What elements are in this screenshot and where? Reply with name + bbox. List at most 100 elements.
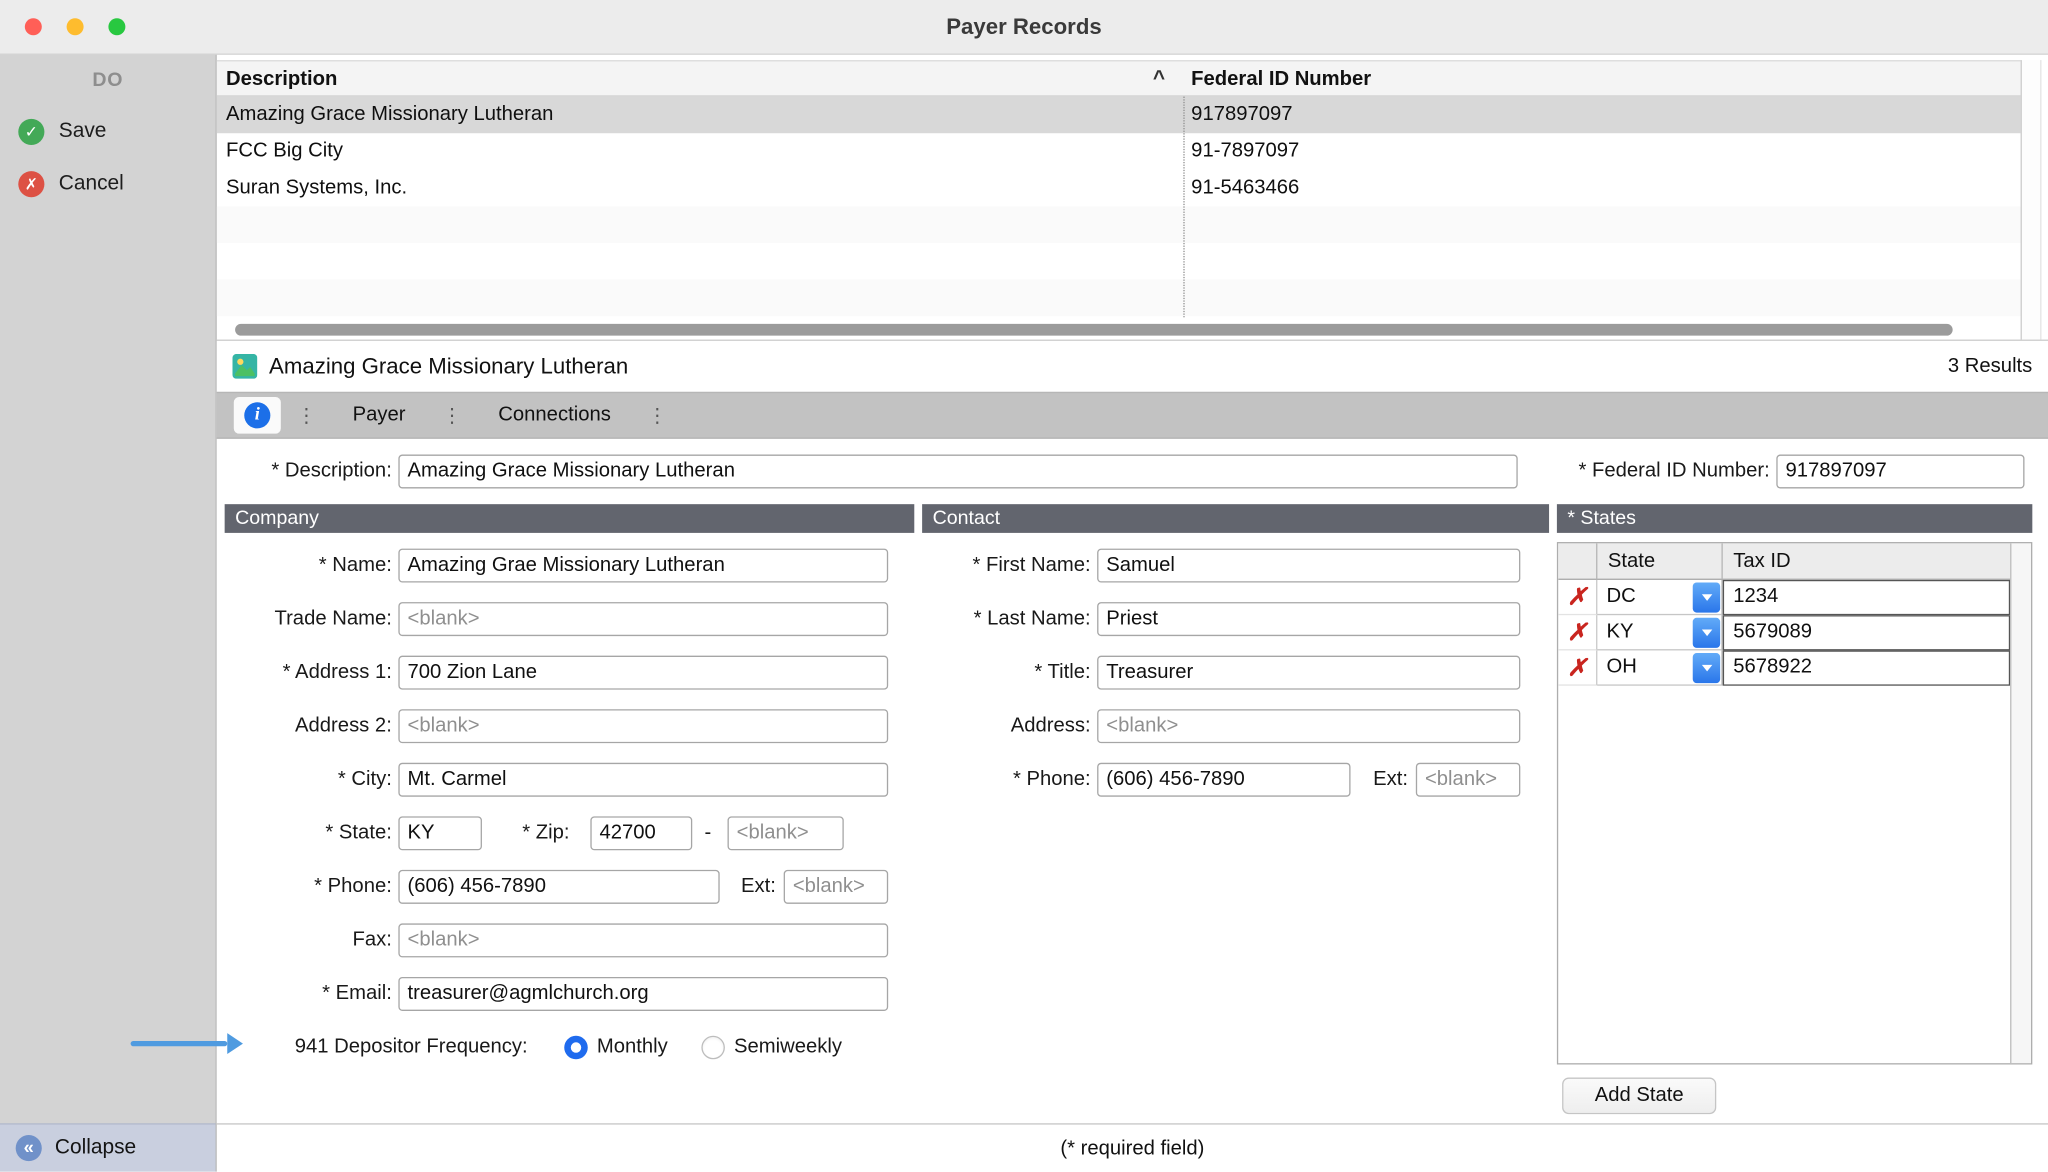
state-cell[interactable]: KY [1597,615,1722,650]
state-dropdown-button[interactable] [1693,582,1720,612]
depositor-frequency-label: 941 Depositor Frequency: [217,1031,528,1065]
company-section-header: Company [225,504,915,533]
column-header-federal-id[interactable]: Federal ID Number [1183,61,2020,95]
save-button[interactable]: ✓ Save [0,115,216,149]
zip-plus4-input[interactable] [728,816,844,850]
title-label: * Title: [922,656,1090,690]
state-dropdown-button[interactable] [1693,652,1720,682]
states-table-header: State Tax ID [1558,543,2031,580]
zip-label: * Zip: [478,816,569,850]
delete-state-button[interactable]: ✗ [1558,580,1597,615]
drag-handle-icon: ⋮ [647,404,667,428]
minimize-window-button[interactable] [67,18,84,35]
state-column-header[interactable]: State [1597,543,1722,578]
email-label: * Email: [217,977,392,1011]
federal-id-input[interactable] [1776,455,2024,489]
cancel-label: Cancel [59,172,124,196]
delete-icon: ✗ [1567,654,1587,681]
cancel-x-icon: ✗ [18,171,44,197]
state-value: DC [1597,585,1692,609]
state-row: ✗ OH 5678922 [1558,650,2031,685]
table-horizontal-scrollbar [217,320,2021,340]
add-state-button[interactable]: Add State [1562,1078,1716,1115]
company-ext-input[interactable] [784,870,888,904]
contact-address-input[interactable] [1097,709,1520,743]
state-dropdown-button[interactable] [1693,617,1720,647]
states-scrollbar[interactable] [2010,543,2031,1063]
record-header: Amazing Grace Missionary Lutheran 3 Resu… [217,341,2048,392]
info-button[interactable]: i [234,397,281,434]
record-title: Amazing Grace Missionary Lutheran [269,353,628,379]
address1-input[interactable] [398,656,888,690]
tax-id-cell[interactable]: 5679089 [1723,615,2010,650]
last-name-label: * Last Name: [922,602,1090,636]
trade-name-input[interactable] [398,602,888,636]
zip-input[interactable] [590,816,692,850]
first-name-input[interactable] [1097,549,1520,583]
table-row[interactable]: Suran Systems, Inc. 91-5463466 [217,170,2021,207]
tax-id-cell[interactable]: 5678922 [1723,650,2010,685]
contact-ext-input[interactable] [1416,763,1520,797]
empty-table-row [217,280,2021,317]
trade-name-label: Trade Name: [217,602,392,636]
zoom-window-button[interactable] [108,18,125,35]
table-vertical-scrollbar[interactable] [2021,60,2042,340]
contact-phone-label: * Phone: [922,763,1090,797]
contact-title-input[interactable] [1097,656,1520,690]
description-input[interactable] [398,455,1517,489]
info-icon: i [244,402,270,428]
payer-table-header: ^ Description Federal ID Number [217,60,2021,97]
city-input[interactable] [398,763,888,797]
cell-description: Amazing Grace Missionary Lutheran [217,97,1184,134]
sidebar: DO ✓ Save ✗ Cancel « Collapse [0,55,217,1172]
tab-payer[interactable]: Payer [332,393,427,437]
company-name-input[interactable] [398,549,888,583]
collapse-button[interactable]: « Collapse [0,1123,216,1171]
cell-federal-id: 917897097 [1183,97,2020,134]
sort-ascending-icon[interactable]: ^ [1153,61,1165,95]
titlebar: Payer Records [0,0,2048,55]
name-label: * Name: [217,549,392,583]
monthly-radio[interactable] [564,1036,588,1060]
table-row[interactable]: Amazing Grace Missionary Lutheran 917897… [217,97,2021,134]
city-label: * City: [217,763,392,797]
main-content: ^ Description Federal ID Number Amazing … [217,55,2048,1172]
state-cell[interactable]: OH [1597,650,1722,685]
semiweekly-radio[interactable] [701,1036,725,1060]
scrollbar-thumb[interactable] [235,324,1953,336]
company-phone-input[interactable] [398,870,719,904]
cancel-button[interactable]: ✗ Cancel [0,167,216,201]
address2-input[interactable] [398,709,888,743]
delete-state-button[interactable]: ✗ [1558,650,1597,685]
tab-bar: i ⋮ Payer ⋮ Connections ⋮ [217,392,2048,439]
email-input[interactable] [398,977,888,1011]
tax-id-column-header[interactable]: Tax ID [1723,543,2010,578]
cell-description: FCC Big City [217,133,1184,170]
state-input[interactable] [398,816,482,850]
delete-column-header [1558,543,1597,578]
tab-connections[interactable]: Connections [477,393,631,437]
state-row: ✗ KY 5679089 [1558,615,2031,650]
last-name-input[interactable] [1097,602,1520,636]
empty-table-row [217,206,2021,243]
required-field-note: (* required field) [217,1128,2048,1170]
column-header-description[interactable]: ^ Description [217,61,1184,95]
contact-section-header: Contact [922,504,1549,533]
table-row[interactable]: FCC Big City 91-7897097 [217,133,2021,170]
drag-handle-icon: ⋮ [296,404,316,428]
state-cell[interactable]: DC [1597,580,1722,615]
fax-label: Fax: [217,923,392,957]
close-window-button[interactable] [25,18,42,35]
fax-input[interactable] [398,923,888,957]
delete-state-button[interactable]: ✗ [1558,615,1597,650]
contact-phone-input[interactable] [1097,763,1350,797]
description-column-label: Description [226,68,337,90]
drag-handle-icon: ⋮ [442,404,462,428]
federal-id-label: * Federal ID Number: [1516,455,1769,489]
ext-label: Ext: [724,870,776,904]
payer-record-icon [232,354,257,379]
column-divider [1183,97,1184,318]
cell-federal-id: 91-5463466 [1183,170,2020,207]
tax-id-cell[interactable]: 1234 [1723,580,2010,615]
delete-icon: ✗ [1567,618,1587,645]
